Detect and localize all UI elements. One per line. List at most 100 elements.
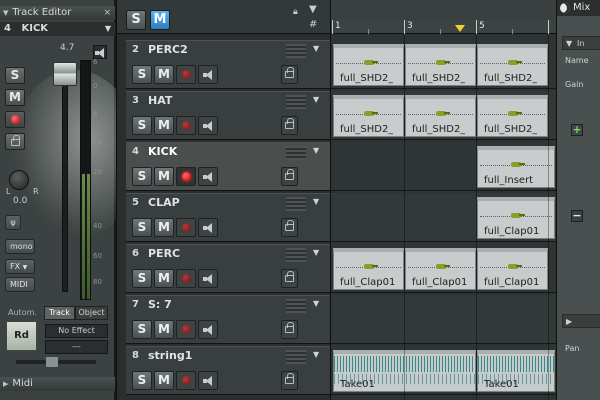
track-header[interactable]: 3 HAT ▼ S M <box>126 91 331 140</box>
track-header[interactable]: 2 PERC2 ▼ S M <box>126 40 331 89</box>
volume-fader-handle[interactable] <box>53 62 77 86</box>
chevron-down-icon[interactable]: ▼ <box>313 146 319 155</box>
global-solo-button[interactable]: S <box>126 10 146 30</box>
mixer-title-bar[interactable]: Mix <box>557 0 600 16</box>
track-lock-button[interactable] <box>281 116 298 135</box>
track-grip-handle[interactable] <box>286 197 306 211</box>
clip[interactable]: full_Clap01 <box>405 248 476 290</box>
track-monitor-button[interactable] <box>198 116 218 135</box>
mixer-pan-header[interactable]: ▶ <box>562 314 600 328</box>
track-header[interactable]: 4 KICK ▼ S M <box>126 142 331 191</box>
editor-solo-button[interactable]: S <box>5 67 25 84</box>
effect-slot[interactable]: No Effect <box>45 324 108 338</box>
track-mute-button[interactable]: M <box>154 167 174 186</box>
track-name[interactable]: S: 7 <box>148 296 172 314</box>
editor-lock-button[interactable] <box>5 133 25 150</box>
track-record-button[interactable] <box>176 167 196 186</box>
track-solo-button[interactable]: S <box>132 167 152 186</box>
track-mute-button[interactable]: M <box>154 218 174 237</box>
track-monitor-button[interactable] <box>198 269 218 288</box>
track-solo-button[interactable]: S <box>132 116 152 135</box>
track-name[interactable]: PERC2 <box>148 41 188 59</box>
track-lock-button[interactable] <box>281 269 298 288</box>
phase-invert-button[interactable]: ψ <box>5 215 21 230</box>
track-solo-button[interactable]: S <box>132 218 152 237</box>
track-mute-button[interactable]: M <box>154 320 174 339</box>
close-icon[interactable]: × <box>103 6 111 20</box>
track-record-button[interactable] <box>176 371 196 390</box>
track-lane[interactable]: full_SHD2_ full_SHD2_ full_SHD2_ <box>331 40 557 89</box>
track-monitor-button[interactable] <box>198 167 218 186</box>
chevron-down-icon[interactable]: ▼ <box>313 44 319 53</box>
scroll-thumb[interactable] <box>46 357 58 367</box>
grid-icon[interactable]: # <box>309 19 317 30</box>
global-mute-button[interactable]: M <box>150 10 170 30</box>
clip[interactable]: full_Clap01 <box>477 248 548 290</box>
track-record-button[interactable] <box>176 218 196 237</box>
clip[interactable]: full_SHD2_ <box>333 44 404 86</box>
clip[interactable]: full_SHD2_ <box>405 44 476 86</box>
collapse-triangle-icon[interactable]: ▼ <box>3 6 8 20</box>
track-record-button[interactable] <box>176 65 196 84</box>
track-solo-button[interactable]: S <box>132 269 152 288</box>
track-grip-handle[interactable] <box>286 350 306 364</box>
filter-icon[interactable]: ▼ <box>309 4 317 15</box>
midi-button[interactable]: MIDI <box>5 277 35 292</box>
track-lane[interactable] <box>331 295 557 344</box>
clip[interactable]: full_SHD2_ <box>333 95 404 137</box>
track-monitor-button[interactable] <box>198 320 218 339</box>
lock-small-icon[interactable]: 🔒︎ <box>293 7 298 17</box>
track-monitor-button[interactable] <box>198 371 218 390</box>
track-record-button[interactable] <box>176 116 196 135</box>
chevron-down-icon[interactable]: ▼ <box>313 299 319 308</box>
track-header[interactable]: 7 S: 7 ▼ S M <box>126 295 331 344</box>
track-header[interactable]: 8 string1 ▼ S M <box>126 346 331 395</box>
editor-record-button[interactable] <box>5 111 25 128</box>
chevron-down-icon[interactable]: ▼ <box>313 248 319 257</box>
track-mute-button[interactable]: M <box>154 65 174 84</box>
track-solo-button[interactable]: S <box>132 65 152 84</box>
track-mute-button[interactable]: M <box>154 371 174 390</box>
track-grip-handle[interactable] <box>286 44 306 58</box>
mixer-input-section[interactable]: ▼ In <box>562 36 600 50</box>
chevron-down-icon[interactable]: ▼ <box>313 95 319 104</box>
track-lane[interactable]: full_SHD2_ full_SHD2_ full_SHD2_ <box>331 91 557 140</box>
track-lock-button[interactable] <box>281 218 298 237</box>
track-record-button[interactable] <box>176 269 196 288</box>
fx-button[interactable]: FX ▼ <box>5 259 35 274</box>
chevron-down-icon[interactable]: ▼ <box>105 22 111 36</box>
volume-fader-track[interactable] <box>62 62 68 292</box>
track-mute-button[interactable]: M <box>154 269 174 288</box>
chevron-down-icon[interactable]: ▼ <box>313 350 319 359</box>
track-monitor-button[interactable] <box>198 65 218 84</box>
effect-slot-2[interactable]: --- <box>45 340 108 354</box>
track-name[interactable]: CLAP <box>148 194 180 212</box>
track-lane[interactable]: full_Insert <box>331 142 557 191</box>
chevron-down-icon[interactable]: ▼ <box>313 197 319 206</box>
pan-knob[interactable] <box>9 170 29 190</box>
track-grip-handle[interactable] <box>286 248 306 262</box>
track-name[interactable]: KICK <box>148 143 177 161</box>
track-lane[interactable]: Take01 Take01 <box>331 346 557 395</box>
mono-button[interactable]: mono <box>5 239 35 254</box>
track-grip-handle[interactable] <box>286 299 306 313</box>
midi-section-header[interactable]: ▶ Midi <box>0 377 115 391</box>
expand-triangle-icon[interactable]: ▶ <box>3 377 8 391</box>
mixer-add-button[interactable]: + <box>571 124 583 136</box>
track-solo-button[interactable]: S <box>132 320 152 339</box>
clip[interactable]: full_SHD2_ <box>477 95 548 137</box>
playhead-marker[interactable] <box>455 25 465 32</box>
editor-track-selector[interactable]: 4 KICK ▼ <box>0 22 115 36</box>
track-monitor-button[interactable] <box>198 218 218 237</box>
clip[interactable]: full_Clap01 <box>333 248 404 290</box>
clip[interactable]: full_SHD2_ <box>477 44 548 86</box>
clip[interactable]: Take01 <box>477 350 555 392</box>
track-record-button[interactable] <box>176 320 196 339</box>
tab-track[interactable]: Track <box>44 306 75 320</box>
track-lane[interactable]: full_Clap01 full_Clap01 full_Clap01 <box>331 244 557 293</box>
track-solo-button[interactable]: S <box>132 371 152 390</box>
track-header[interactable]: 6 PERC ▼ S M <box>126 244 331 293</box>
automation-mode-button[interactable]: Rd <box>6 321 37 351</box>
editor-scrollbar[interactable] <box>16 357 96 367</box>
track-lock-button[interactable] <box>281 167 298 186</box>
